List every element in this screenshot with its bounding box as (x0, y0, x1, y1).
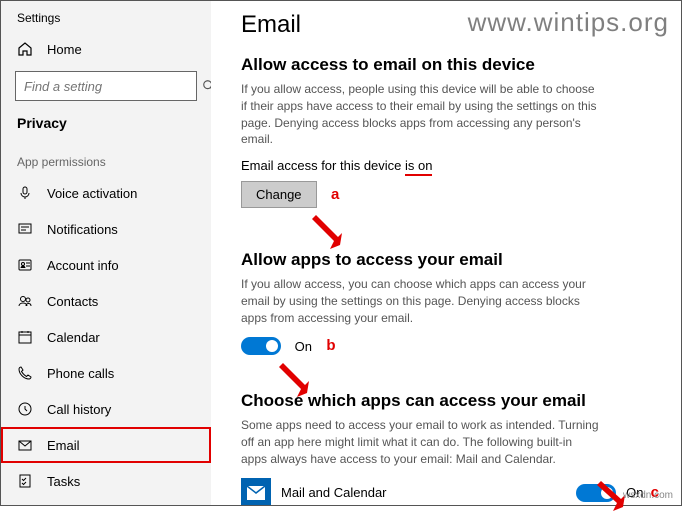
sidebar-item-notifications[interactable]: Notifications (1, 211, 211, 247)
callout-a: a (331, 186, 339, 203)
sidebar-item-tasks[interactable]: Tasks (1, 463, 211, 499)
sidebar-item-label: Email (47, 438, 80, 453)
sidebar-item-label: Contacts (47, 294, 98, 309)
status-prefix: Email access for this device (241, 158, 405, 173)
sidebar-item-phone-calls[interactable]: Phone calls (1, 355, 211, 391)
email-icon (17, 437, 33, 453)
mail-calendar-app-icon (241, 478, 271, 505)
app-row-mail-calendar: Mail and Calendar On c (241, 478, 659, 505)
mail-calendar-toggle-label: On (626, 485, 643, 500)
sidebar-item-voice-activation[interactable]: Voice activation (1, 175, 211, 211)
section1-heading: Allow access to email on this device (241, 55, 659, 75)
sidebar-item-label: Calendar (47, 330, 100, 345)
sidebar-item-label: Account info (47, 258, 119, 273)
section-privacy: Privacy (1, 111, 211, 141)
window-title: Settings (1, 11, 211, 33)
sidebar-item-contacts[interactable]: Contacts (1, 283, 211, 319)
callout-b: b (326, 337, 335, 354)
search-wrap (1, 65, 211, 111)
sidebar-item-label: Voice activation (47, 186, 137, 201)
sidebar-item-label: Tasks (47, 474, 80, 489)
status-value: is on (405, 158, 432, 176)
nav-home[interactable]: Home (1, 33, 211, 65)
section3-heading: Choose which apps can access your email (241, 391, 659, 411)
notification-icon (17, 221, 33, 237)
app-name: Mail and Calendar (281, 485, 387, 500)
sidebar-item-label: Call history (47, 402, 111, 417)
contacts-icon (17, 293, 33, 309)
history-icon (17, 401, 33, 417)
microphone-icon (17, 185, 33, 201)
section2-heading: Allow apps to access your email (241, 250, 659, 270)
sidebar-item-call-history[interactable]: Call history (1, 391, 211, 427)
sidebar: Settings Home Privacy App permissions Vo… (1, 1, 211, 505)
section3-body: Some apps need to access your email to w… (241, 417, 601, 467)
home-icon (17, 41, 33, 57)
change-button[interactable]: Change (241, 181, 317, 208)
apps-access-toggle[interactable] (241, 337, 281, 355)
mail-calendar-toggle[interactable] (576, 484, 616, 502)
callout-c: c (651, 484, 659, 501)
nav-home-label: Home (47, 42, 82, 57)
sidebar-item-label: Notifications (47, 222, 118, 237)
app-permissions-header: App permissions (1, 141, 211, 175)
sidebar-item-calendar[interactable]: Calendar (1, 319, 211, 355)
search-field[interactable] (24, 79, 202, 94)
email-access-status: Email access for this device is on (241, 158, 659, 173)
page-title: Email (241, 11, 659, 39)
search-input[interactable] (15, 71, 197, 101)
section1-body: If you allow access, people using this d… (241, 81, 601, 148)
sidebar-item-email[interactable]: Email (1, 427, 211, 463)
calendar-icon (17, 329, 33, 345)
tasks-icon (17, 473, 33, 489)
sidebar-item-label: Phone calls (47, 366, 114, 381)
apps-access-toggle-label: On (295, 339, 312, 354)
phone-icon (17, 365, 33, 381)
sidebar-item-account-info[interactable]: Account info (1, 247, 211, 283)
section2-body: If you allow access, you can choose whic… (241, 276, 601, 326)
main-content: Email Allow access to email on this devi… (211, 1, 681, 505)
account-icon (17, 257, 33, 273)
